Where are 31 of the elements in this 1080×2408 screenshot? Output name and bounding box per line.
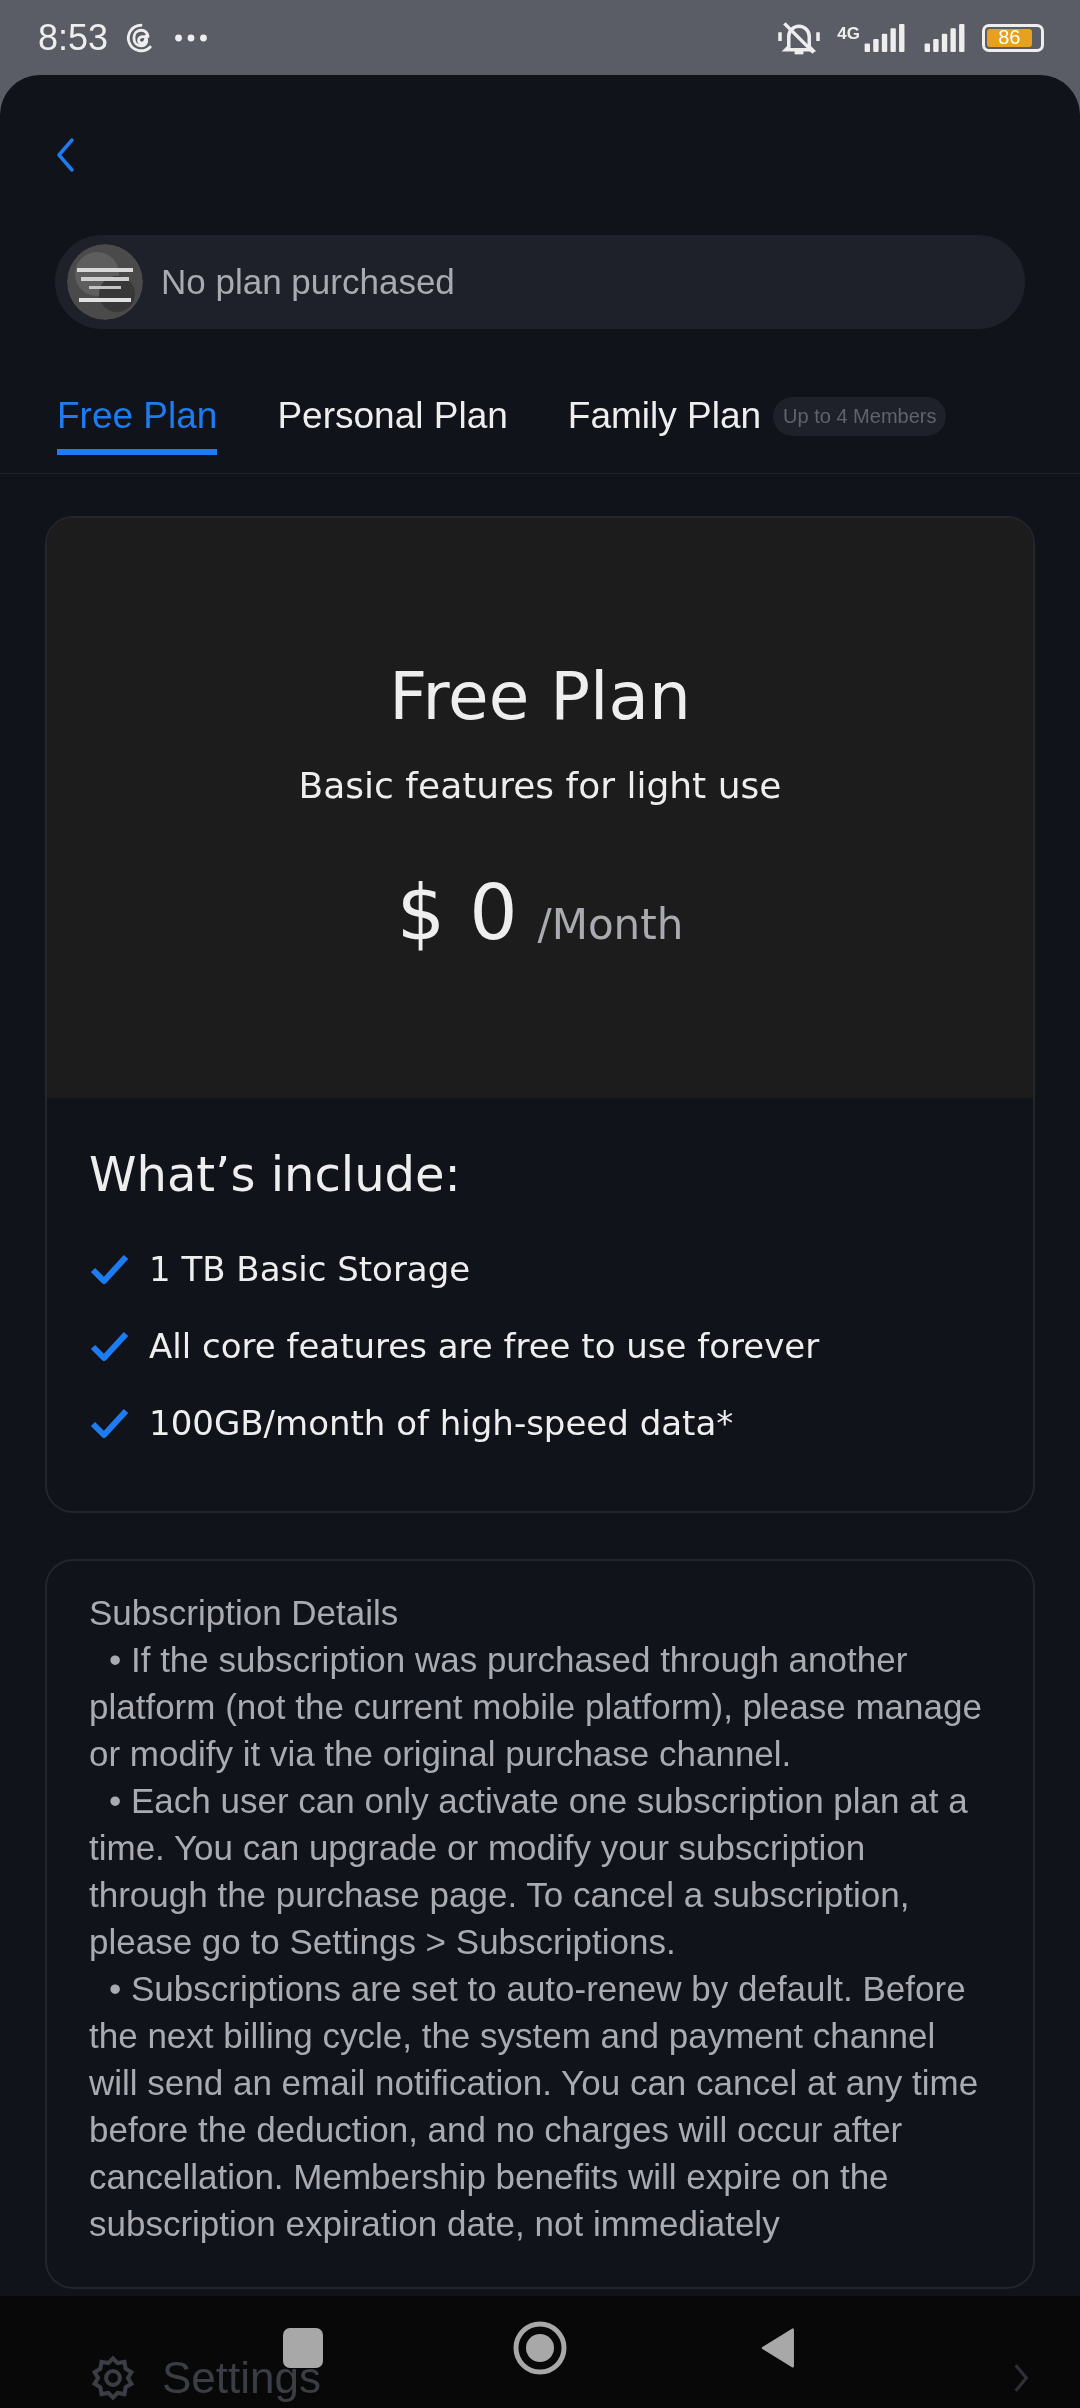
feature-text: All core features are free to use forever [149, 1325, 820, 1366]
settings-icon [90, 2355, 136, 2401]
details-paragraph: • If the subscription was purchased through another platform (not the current mobile platform), please manage or modify it via the original purchase channel. [89, 1639, 983, 1775]
price: $ 0 [396, 868, 518, 957]
more-icon [174, 32, 209, 43]
home-icon[interactable] [513, 2321, 567, 2375]
status-time: 8:53 [38, 16, 109, 59]
feature-text: 100GB/month of high-speed data* [149, 1402, 734, 1443]
features-heading: What’s include: [89, 1146, 462, 1202]
chevron-icon [1012, 2362, 1030, 2394]
details-heading: Subscription Details [89, 1592, 400, 1634]
check-icon [89, 1329, 129, 1362]
details-paragraph: • Each user can only activate one subscription plan at a time. You can upgrade or modify your subscription through the purchase page. To cancel a subscription, please go to Settings > Subscriptions. [89, 1780, 969, 1963]
check-icon [89, 1406, 129, 1439]
check-icon [89, 1252, 129, 1285]
price-period: /Month [537, 900, 684, 949]
members-badge: Up to 4 Members [773, 396, 947, 436]
plan-tab[interactable]: Free Plan [57, 395, 218, 455]
back-icon[interactable] [56, 137, 76, 173]
plan-description: Basic features for light use [298, 765, 782, 806]
battery-level: 86 [987, 28, 1032, 47]
signal-icon [922, 23, 966, 52]
plan-tab[interactable]: Family Plan [567, 395, 762, 455]
plan-status-text: No plan purchased [161, 262, 455, 302]
plan-tab[interactable]: Personal Plan [277, 395, 508, 455]
settings-label: Settings [162, 2353, 322, 2403]
network-type: 4G [837, 23, 860, 44]
plan-title: Free Plan [389, 658, 691, 735]
signal-icon [862, 23, 906, 52]
details-paragraph: • Subscriptions are set to auto-renew by default. Before the next billing cycle, the system and payment channel will send an email notification. You can cancel at any time before the deduction, and no charges will occur after cancellation. Membership benefits will expire on the subscription expiration date, not immediately [89, 1968, 980, 2245]
feature-text: 1 TB Basic Storage [149, 1248, 471, 1289]
